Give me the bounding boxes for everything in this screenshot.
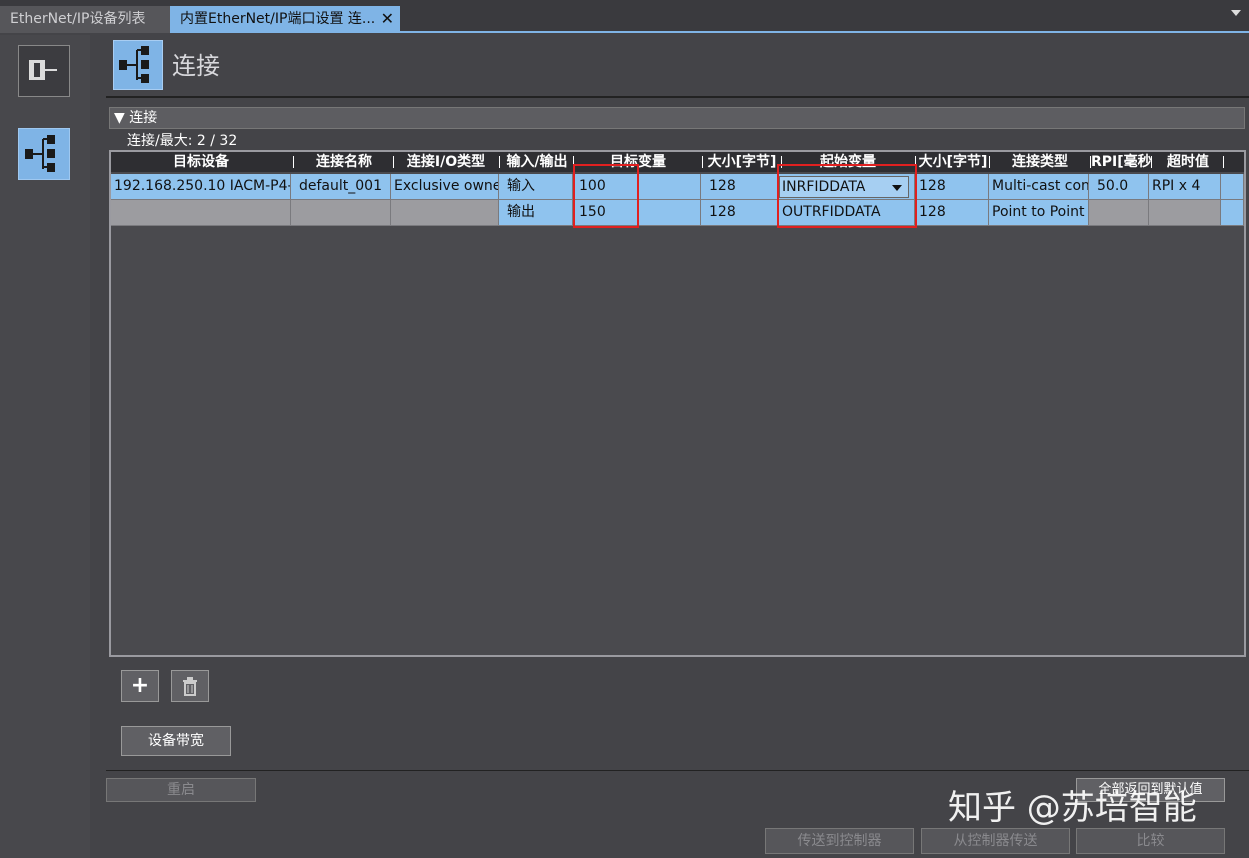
tab-bar: EtherNet/IP设备列表 内置EtherNet/IP端口设置 连... ✕	[0, 0, 1249, 33]
close-icon[interactable]: ✕	[381, 6, 394, 32]
watermark: 知乎 @苏培智能	[948, 788, 1197, 828]
page-title: 连接	[172, 52, 220, 80]
column-header-in-out[interactable]: 输入/输出	[501, 152, 573, 172]
cell-extra[interactable]	[1221, 200, 1244, 226]
connections-header-icon	[113, 40, 163, 90]
cell-rpi[interactable]	[1089, 200, 1149, 226]
trash-icon	[183, 677, 197, 696]
column-header-target-device[interactable]: 目标设备	[111, 152, 291, 172]
cell-size-2[interactable]: 128	[915, 174, 989, 200]
transfer-from-controller-button[interactable]: 从控制器传送	[921, 828, 1070, 854]
highlight-box-target-variable	[573, 164, 639, 228]
cell-in-out[interactable]: 输入	[499, 174, 573, 200]
column-divider	[499, 156, 500, 168]
column-divider	[293, 156, 294, 168]
table-row[interactable]: 输出 150 128 OUTRFIDDATA 128 Point to Poin…	[111, 200, 1244, 226]
tab-port-settings-label: 内置EtherNet/IP端口设置 连...	[180, 11, 376, 27]
column-header-io-type[interactable]: 连接I/O类型	[395, 152, 497, 172]
column-divider	[1223, 156, 1224, 168]
cell-extra[interactable]	[1221, 174, 1244, 200]
cell-size-1[interactable]: 128	[701, 200, 779, 226]
sidebar-item-connections[interactable]	[18, 128, 70, 180]
tab-device-list-label: EtherNet/IP设备列表	[10, 11, 146, 27]
connection-count-label: 连接/最大: 2 / 32	[127, 133, 238, 149]
cell-connection-type[interactable]: Point to Point c	[989, 200, 1089, 226]
divider	[106, 770, 1249, 771]
sidebar	[0, 35, 90, 858]
column-header-connection-type[interactable]: 连接类型	[991, 152, 1089, 172]
delete-button[interactable]	[171, 670, 209, 702]
cell-timeout[interactable]	[1149, 200, 1221, 226]
device-bandwidth-button[interactable]: 设备带宽	[121, 726, 231, 756]
column-header-size-2[interactable]: 大小[字节]	[917, 152, 989, 172]
highlight-box-origin-variable	[777, 164, 917, 228]
tab-device-list[interactable]: EtherNet/IP设备列表	[0, 6, 170, 33]
cell-size-1[interactable]: 128	[701, 174, 779, 200]
column-header-size-1[interactable]: 大小[字节]	[704, 152, 780, 172]
table-row[interactable]: 192.168.250.10 IACM-P4-EI default_001 Ex…	[111, 174, 1244, 200]
cell-timeout[interactable]: RPI x 4	[1149, 174, 1221, 200]
add-button[interactable]: +	[121, 670, 159, 702]
chevron-down-icon[interactable]	[1231, 10, 1241, 16]
cell-io-type[interactable]	[391, 200, 499, 226]
cell-connection-name[interactable]	[291, 200, 391, 226]
sidebar-item-tag-data-link[interactable]	[18, 45, 70, 97]
cell-io-type[interactable]: Exclusive owner	[391, 174, 499, 200]
tab-port-settings[interactable]: 内置EtherNet/IP端口设置 连... ✕	[170, 6, 400, 33]
column-header-connection-name[interactable]: 连接名称	[295, 152, 393, 172]
column-divider	[393, 156, 394, 168]
cell-connection-type[interactable]: Multi-cast conn	[989, 174, 1089, 200]
column-divider	[1151, 156, 1152, 168]
compare-button[interactable]: 比较	[1076, 828, 1225, 854]
device-link-icon	[29, 60, 57, 80]
column-divider	[989, 156, 990, 168]
cell-target-device[interactable]	[111, 200, 291, 226]
cell-rpi[interactable]: 50.0	[1089, 174, 1149, 200]
cell-target-device[interactable]: 192.168.250.10 IACM-P4-EI	[111, 174, 291, 200]
column-header-timeout[interactable]: 超时值	[1153, 152, 1223, 172]
connection-tree-icon	[25, 135, 55, 172]
divider	[106, 96, 1249, 98]
transfer-to-controller-button[interactable]: 传送到控制器	[765, 828, 914, 854]
table-header: 目标设备 连接名称 连接I/O类型 输入/输出 目标变量 大小[字节] 起始变量…	[111, 152, 1244, 172]
section-toggle-connections[interactable]: ▼ 连接	[109, 107, 1245, 129]
connection-table: 目标设备 连接名称 连接I/O类型 输入/输出 目标变量 大小[字节] 起始变量…	[109, 150, 1246, 657]
cell-connection-name[interactable]: default_001	[291, 174, 391, 200]
connection-tree-icon	[119, 46, 149, 83]
cell-size-2[interactable]: 128	[915, 200, 989, 226]
cell-in-out[interactable]: 输出	[499, 200, 573, 226]
restart-button[interactable]: 重启	[106, 778, 256, 802]
column-divider	[702, 156, 703, 168]
column-header-rpi[interactable]: RPI[毫秒]	[1091, 152, 1151, 172]
